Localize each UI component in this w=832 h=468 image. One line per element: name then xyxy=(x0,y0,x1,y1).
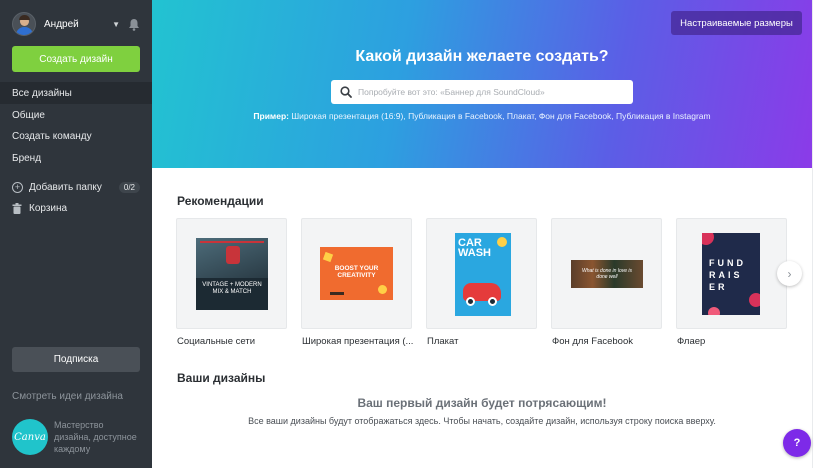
hero-banner: Настраиваемые размеры Какой дизайн желае… xyxy=(152,0,812,168)
help-icon: ? xyxy=(793,437,801,449)
plus-icon: + xyxy=(12,181,23,193)
template-label[interactable]: Широкая презентация (... xyxy=(302,336,413,347)
template-label[interactable]: Плакат xyxy=(427,336,458,347)
chevron-down-icon[interactable]: ▼ xyxy=(112,20,120,29)
sidebar-item-shared[interactable]: Общие xyxy=(12,110,45,121)
avatar xyxy=(12,12,36,36)
canva-promo: Canva Мастерство дизайна, доступное кажд… xyxy=(12,419,142,455)
template-card-social[interactable]: VINTAGE + MODERN MIX & MATCH xyxy=(176,218,287,329)
user-menu[interactable]: Андрей ▼ xyxy=(12,12,140,36)
example-link[interactable]: Плакат xyxy=(507,111,534,121)
template-thumbnail: VINTAGE + MODERN MIX & MATCH xyxy=(196,238,268,310)
template-label[interactable]: Фон для Facebook xyxy=(552,336,633,347)
recommendations-title: Рекомендации xyxy=(177,194,264,208)
sidebar-item-trash[interactable]: Корзина xyxy=(12,201,67,215)
template-label[interactable]: Флаер xyxy=(677,336,705,347)
example-link[interactable]: Фон для Facebook xyxy=(539,111,611,121)
template-card-poster[interactable]: CAR WASH xyxy=(426,218,537,329)
template-thumbnail: CAR WASH xyxy=(455,233,511,316)
create-design-button[interactable]: Создать дизайн xyxy=(12,46,140,72)
sidebar-item-all-designs[interactable]: Все дизайны xyxy=(12,88,72,99)
folder-count-badge: 0/2 xyxy=(118,181,140,193)
sidebar-item-brand[interactable]: Бренд xyxy=(12,153,41,164)
promo-text: Мастерство дизайна, доступное каждому xyxy=(54,420,137,454)
canva-logo: Canva xyxy=(12,419,48,455)
design-ideas-link[interactable]: Смотреть идеи дизайна xyxy=(12,391,123,402)
example-link[interactable]: Широкая презентация (16:9) xyxy=(291,111,403,121)
example-link[interactable]: Публикация в Instagram xyxy=(616,111,711,121)
user-name: Андрей xyxy=(44,18,79,30)
search-box[interactable] xyxy=(331,80,633,104)
examples-row: Пример: Широкая презентация (16:9), Публ… xyxy=(253,111,711,121)
custom-size-button[interactable]: Настраиваемые размеры xyxy=(671,11,802,35)
trash-label: Корзина xyxy=(29,202,68,214)
template-thumbnail: What is done in love is done well xyxy=(571,260,643,288)
subscribe-button[interactable]: Подписка xyxy=(12,347,140,372)
search-input[interactable] xyxy=(358,87,628,97)
sidebar: Андрей ▼ Создать дизайн Все дизайны Общи… xyxy=(0,0,161,468)
add-folder-button[interactable]: + Добавить папку 0/2 xyxy=(12,180,140,194)
template-card-facebook-cover[interactable]: What is done in love is done well xyxy=(551,218,662,329)
right-edge xyxy=(812,0,832,468)
bell-icon[interactable] xyxy=(128,18,140,31)
empty-state-subtitle: Все ваши дизайны будут отображаться здес… xyxy=(248,416,716,426)
template-card-flyer[interactable]: FUND RAIS ER xyxy=(676,218,787,329)
hero-title: Какой дизайн желаете создать? xyxy=(355,48,609,65)
template-thumbnail: BOOST YOUR CREATIVITY xyxy=(320,247,393,300)
chevron-right-icon: › xyxy=(787,266,792,281)
examples-label: Пример: xyxy=(253,111,289,121)
template-card-presentation[interactable]: BOOST YOUR CREATIVITY xyxy=(301,218,412,329)
your-designs-title: Ваши дизайны xyxy=(177,371,266,385)
sidebar-item-create-team[interactable]: Создать команду xyxy=(12,131,92,142)
search-icon xyxy=(340,86,352,98)
carousel-next-button[interactable]: › xyxy=(777,261,802,286)
example-link[interactable]: Публикация в Facebook xyxy=(408,111,502,121)
help-button[interactable]: ? xyxy=(783,429,811,457)
template-label[interactable]: Социальные сети xyxy=(177,336,255,347)
empty-state-title: Ваш первый дизайн будет потрясающим! xyxy=(357,396,607,410)
trash-icon xyxy=(12,202,22,214)
add-folder-label: Добавить папку xyxy=(29,181,102,193)
template-thumbnail: FUND RAIS ER xyxy=(702,233,760,315)
